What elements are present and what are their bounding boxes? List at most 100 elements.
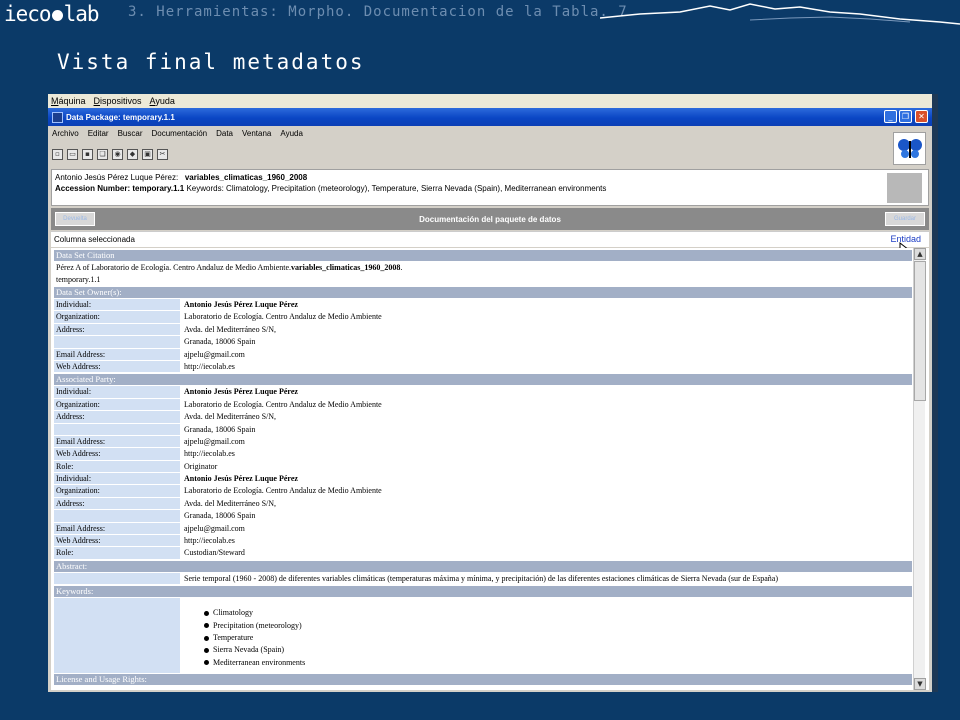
package-name: variables_climaticas_1960_2008 — [184, 173, 308, 182]
logo-dot-icon — [51, 9, 63, 21]
scroll-up-icon[interactable]: ▲ — [914, 248, 926, 260]
table-row: Address: Avda. del Mediterráneo S/N, — [54, 411, 912, 424]
maximize-icon[interactable]: ❐ — [899, 110, 912, 123]
menu-archivo[interactable]: Archivo — [52, 129, 79, 138]
metadata-document: Data Set Citation Pérez A of Laboratorio… — [54, 249, 912, 686]
row-label — [54, 336, 180, 349]
window-titlebar: Data Package: temporary.1.1 _ ❐ ✕ — [48, 108, 932, 126]
keyword-item: Sierra Nevada (Spain) — [204, 644, 305, 656]
menu-ayuda[interactable]: Ayuda — [280, 129, 303, 138]
synchronize-icon[interactable]: ◆ — [127, 148, 138, 160]
scroll-down-icon[interactable]: ▼ — [914, 678, 926, 690]
table-row: Web Address: http://iecolab.es — [54, 535, 912, 548]
abstract-row: Serie temporal (1960 - 2008) de diferent… — [54, 572, 912, 586]
save-button[interactable]: Guardar — [885, 212, 925, 226]
row-value: Avda. del Mediterráneo S/N, — [184, 324, 277, 334]
slide-title: Vista final metadatos — [57, 50, 365, 74]
row-value: http://iecolab.es — [184, 536, 235, 546]
keyword-item: Precipitation (meteorology) — [204, 620, 305, 632]
citation-name: variables_climaticas_1960_2008 — [291, 263, 401, 272]
vm-menubar: Máquina Dispositivos Ayuda — [48, 94, 932, 108]
menu-data[interactable]: Data — [216, 129, 233, 138]
tools-icon[interactable]: ✂ — [157, 148, 168, 160]
citation-text: Pérez A of Laboratorio de Ecología. Cent… — [54, 262, 912, 274]
background-edge — [932, 94, 938, 692]
table-row: Web Address: http://iecolab.es — [54, 448, 912, 461]
license-section-header: License and Usage Rights: — [54, 674, 912, 686]
back-button[interactable]: Devuelta — [55, 212, 95, 226]
row-value: ajpelu@gmail.com — [184, 349, 245, 359]
mountain-silhouette-icon — [600, 3, 960, 25]
open-folder-icon[interactable]: ▭ — [67, 148, 78, 160]
menu-buscar[interactable]: Buscar — [118, 129, 143, 138]
logo-text-left: ieco — [4, 2, 52, 26]
row-label: Web Address: — [54, 360, 180, 374]
row-label: Email Address: — [54, 435, 180, 449]
row-label: Role: — [54, 460, 180, 474]
party-section-header: Associated Party: — [54, 374, 912, 386]
abstract-text: Serie temporal (1960 - 2008) de diferent… — [184, 573, 778, 583]
party-table: Individual: Antonio Jesús Pérez Luque Pér… — [54, 386, 912, 560]
toolbar: ▫ ▭ ▪ ❏ ◉ ◆ ▣ ✂ — [52, 147, 172, 161]
slide-header: 3. Herramientas: Morpho. Documentacion d… — [128, 4, 628, 20]
row-label: Individual: — [54, 299, 180, 312]
vm-menu-ayuda[interactable]: Ayuda — [150, 96, 175, 106]
table-row: Individual: Antonio Jesús Pérez Luque Pér… — [54, 473, 912, 486]
row-value: Originator — [184, 461, 218, 471]
table-row: Granada, 18006 Spain — [54, 423, 912, 436]
row-value: Laboratorio de Ecología. Centro Andaluz … — [184, 312, 382, 322]
table-row: Email Address: ajpelu@gmail.com — [54, 435, 912, 449]
close-icon[interactable]: ✕ — [915, 110, 928, 123]
table-row: Email Address: ajpelu@gmail.com — [54, 348, 912, 361]
row-value: Antonio Jesús Pérez Luque Pérez — [184, 300, 298, 309]
accession-number: Accession Number: temporary.1.1 — [55, 184, 185, 193]
new-document-icon[interactable]: ▫ — [52, 148, 63, 160]
owner-table: Individual: Antonio Jesús Pérez Luque Pér… — [54, 299, 912, 374]
export-icon[interactable]: ▣ — [142, 148, 153, 160]
row-value: Laboratorio de Ecología. Centro Andaluz … — [184, 399, 382, 409]
vm-menu-dispositivos[interactable]: Dispositivos — [94, 96, 142, 106]
table-row: Email Address: ajpelu@gmail.com — [54, 522, 912, 536]
row-value: Custodian/Steward — [184, 548, 245, 558]
table-row: Granada, 18006 Spain — [54, 510, 912, 523]
row-label: Role: — [54, 547, 180, 560]
menu-ventana[interactable]: Ventana — [242, 129, 271, 138]
citation-suffix: . — [400, 263, 403, 272]
iecolab-logo: ieco lab — [4, 2, 100, 26]
row-value: Antonio Jesús Pérez Luque Pérez — [184, 387, 298, 397]
row-label — [54, 423, 180, 436]
menu-documentacion[interactable]: Documentación — [152, 129, 208, 138]
row-label — [54, 510, 180, 523]
documentation-title: Documentación del paquete de datos — [419, 214, 561, 224]
table-row: Web Address: http://iecolab.es — [54, 360, 912, 374]
butterfly-icon — [897, 138, 922, 158]
table-row: Granada, 18006 Spain — [54, 336, 912, 349]
table-row: Role: Originator — [54, 460, 912, 474]
app-menubar: Archivo Editar Buscar Documentación Data… — [48, 126, 932, 140]
row-value: Granada, 18006 Spain — [184, 337, 256, 347]
vm-screenshot: Máquina Dispositivos Ayuda Data Package:… — [48, 94, 932, 692]
copy-icon[interactable]: ❏ — [97, 148, 108, 160]
citation-id: temporary.1.1 — [56, 275, 101, 284]
row-value: Granada, 18006 Spain — [184, 424, 256, 434]
save-icon[interactable]: ▪ — [82, 148, 93, 160]
row-label: Individual: — [54, 473, 180, 486]
row-label: Organization: — [54, 311, 180, 324]
keywords-line: Keywords: Climatology, Precipitation (me… — [186, 184, 607, 193]
morpho-butterfly-logo — [893, 132, 926, 165]
vertical-scrollbar[interactable]: ▲ ▼ — [913, 248, 926, 690]
scrollbar-thumb[interactable] — [914, 261, 926, 401]
table-row: Organization: Laboratorio de Ecología. Ce… — [54, 398, 912, 412]
row-label: Address: — [54, 323, 180, 337]
table-row: Organization: Laboratorio de Ecología. Ce… — [54, 485, 912, 498]
minimize-icon[interactable]: _ — [884, 110, 897, 123]
package-thumbnail — [887, 173, 922, 203]
row-value: Granada, 18006 Spain — [184, 511, 256, 521]
row-label: Organization: — [54, 485, 180, 498]
documentation-bar: Devuelta Documentación del paquete de da… — [51, 208, 929, 230]
menu-editar[interactable]: Editar — [88, 129, 109, 138]
network-icon[interactable]: ◉ — [112, 148, 123, 160]
row-value: http://iecolab.es — [184, 361, 235, 371]
vm-menu-maquina[interactable]: Máquina — [51, 96, 86, 106]
row-value: Antonio Jesús Pérez Luque Pérez — [184, 474, 298, 484]
